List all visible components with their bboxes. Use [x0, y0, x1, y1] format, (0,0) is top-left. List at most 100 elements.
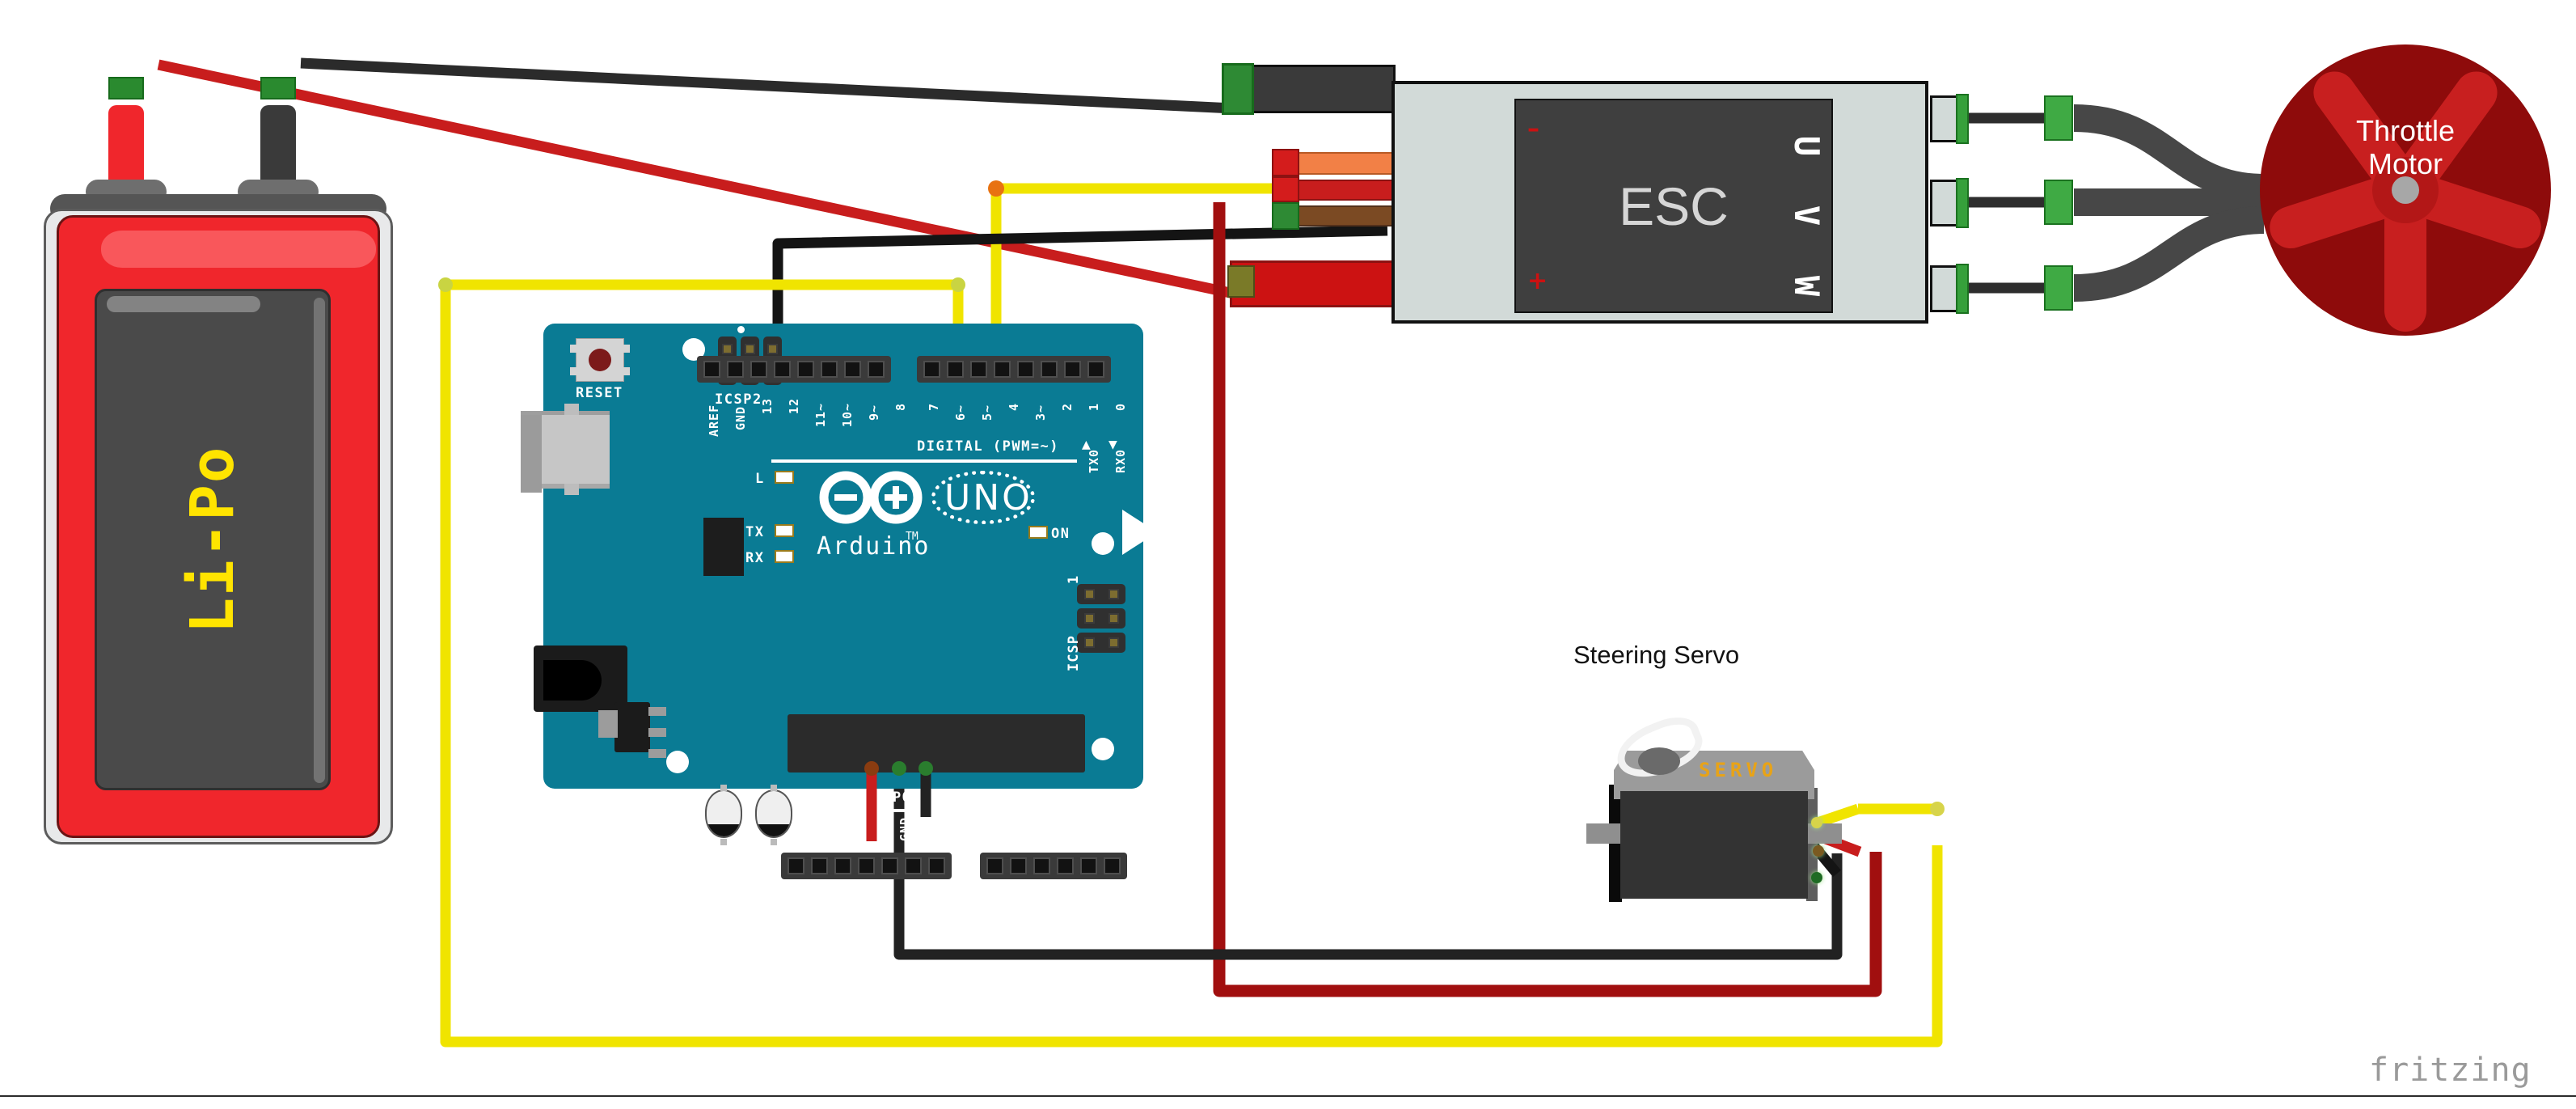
esc-connector-v[interactable] — [1956, 178, 1969, 228]
motor-connector-1[interactable] — [2044, 95, 2073, 141]
pin-4[interactable] — [994, 361, 1011, 378]
arduino-uno-board[interactable]: RESET ICSP2 1 ICSP AREF GND 13 12 11~ 10… — [521, 324, 1143, 879]
label-9: 9~ — [867, 404, 881, 421]
pin-11[interactable] — [797, 361, 814, 378]
battery-positive-terminal[interactable] — [108, 77, 144, 99]
esc-terminal-negative[interactable] — [1222, 63, 1254, 115]
pin-5[interactable] — [970, 361, 987, 378]
bendpoint-d5 — [988, 180, 1004, 197]
motor-label-line1: Throttle — [2355, 114, 2456, 147]
pin-reset-power[interactable] — [811, 857, 828, 874]
throttle-motor[interactable]: Throttle Motor — [2260, 44, 2551, 336]
label-8: 8 — [893, 402, 908, 411]
pin-aref[interactable] — [703, 361, 720, 378]
esc-phase-v: V — [1786, 205, 1826, 226]
mounting-hole-3 — [1092, 738, 1114, 760]
pin-8[interactable] — [868, 361, 885, 378]
pin-2[interactable] — [1041, 361, 1058, 378]
battery-window: Li-Po — [95, 289, 331, 790]
pin-gnd-digital[interactable] — [727, 361, 744, 378]
pin-12[interactable] — [774, 361, 791, 378]
pin-ioref[interactable] — [788, 857, 804, 874]
reset-lug-1 — [570, 345, 577, 353]
esc-module[interactable]: ESC – + U V W — [1222, 63, 1969, 324]
esc-inner-panel: ESC – + U V W — [1514, 99, 1833, 313]
battery-negative-terminal[interactable] — [260, 77, 296, 99]
esc-terminal-brown[interactable] — [1272, 202, 1299, 230]
battery-label: Li-Po — [178, 445, 247, 634]
analog-header[interactable] — [980, 853, 1127, 879]
pin-a0[interactable] — [986, 857, 1003, 874]
pin-a3[interactable] — [1057, 857, 1074, 874]
label-rx0: RX0 — [1113, 448, 1128, 473]
power-header[interactable] — [781, 853, 952, 879]
icsp2-pin1-marker — [737, 326, 745, 333]
icsp-pin1-label: 1 — [1066, 574, 1082, 584]
label-aref: AREF — [707, 404, 721, 437]
reset-lug-2 — [570, 367, 577, 375]
label-7: 7 — [927, 402, 941, 411]
pin-0-rx[interactable] — [1087, 361, 1104, 378]
steering-servo[interactable]: Steering Servo SERVO — [1573, 641, 1842, 914]
esc-body: ESC – + U V W — [1391, 81, 1928, 324]
pin-gnd-power-2[interactable] — [905, 857, 922, 874]
label-gnd-power-1: GND — [897, 816, 912, 841]
bendpoint-servo-yellow — [1930, 802, 1945, 816]
pin-a2[interactable] — [1033, 857, 1050, 874]
pin-5v[interactable] — [858, 857, 875, 874]
battery-gloss — [101, 231, 376, 268]
fritzing-breadboard-canvas: Li-Po RESET ICSP2 1 ICSP AREF GND 13 12 … — [0, 0, 2576, 1109]
pin-10[interactable] — [821, 361, 838, 378]
esc-connector-w[interactable] — [1956, 264, 1969, 314]
esc-output-lug-w — [1930, 265, 1959, 312]
servo-connector-signal[interactable] — [1811, 817, 1822, 828]
motor-lead-1 — [2073, 104, 2265, 201]
servo-output-hub[interactable] — [1638, 747, 1680, 775]
esc-terminal-red[interactable] — [1272, 176, 1299, 202]
pin-a1[interactable] — [1010, 857, 1027, 874]
lipo-battery[interactable]: Li-Po — [37, 77, 399, 851]
pin-13[interactable] — [750, 361, 767, 378]
vreg-lead-1 — [648, 707, 666, 716]
pin-a4[interactable] — [1080, 857, 1097, 874]
uno-logo-text: UNO — [944, 477, 1033, 519]
battery-window-edge — [314, 298, 325, 783]
label-10: 10~ — [840, 402, 855, 427]
servo-connector-power[interactable] — [1813, 845, 1824, 857]
esc-lead-battery-negative[interactable] — [1230, 65, 1396, 113]
motor-connector-3[interactable] — [2044, 265, 2073, 311]
label-a3: A3 — [1070, 819, 1084, 836]
label-5: 5~ — [980, 404, 995, 421]
pin-3v3[interactable] — [834, 857, 851, 874]
pin-1-tx[interactable] — [1064, 361, 1081, 378]
rx-arrow-icon: ▼ — [1109, 438, 1117, 451]
board-notch — [1122, 510, 1143, 555]
esc-terminal-positive[interactable] — [1227, 265, 1255, 298]
capacitor-1 — [705, 789, 742, 838]
dc-power-jack[interactable] — [534, 646, 627, 712]
icsp-header[interactable] — [1077, 584, 1125, 657]
reset-label: RESET — [576, 385, 623, 401]
esc-connector-u[interactable] — [1956, 94, 1969, 144]
bottom-rule — [0, 1095, 2576, 1097]
esc-minus-symbol: – — [1527, 115, 1539, 143]
label-gnd-power-2: GND — [924, 816, 939, 841]
pin-vin[interactable] — [928, 857, 945, 874]
servo-connector-ground[interactable] — [1811, 872, 1822, 883]
esc-terminal-orange[interactable] — [1272, 149, 1299, 176]
digital-header-right[interactable] — [917, 356, 1111, 383]
pin-gnd-power-1[interactable] — [881, 857, 898, 874]
motor-connector-2[interactable] — [2044, 180, 2073, 225]
pin-3[interactable] — [1017, 361, 1034, 378]
mounting-hole-2 — [1092, 532, 1114, 555]
reset-button[interactable] — [576, 338, 624, 382]
pin-7[interactable] — [923, 361, 940, 378]
usb-connector[interactable] — [521, 411, 610, 493]
pin-9[interactable] — [844, 361, 861, 378]
voltage-regulator — [614, 702, 650, 752]
pin-a5[interactable] — [1104, 857, 1121, 874]
digital-header-left[interactable] — [697, 356, 891, 383]
pin-6[interactable] — [947, 361, 964, 378]
usb-tab-top — [564, 404, 579, 415]
wire-battery-neg-to-esc[interactable] — [300, 57, 1250, 115]
